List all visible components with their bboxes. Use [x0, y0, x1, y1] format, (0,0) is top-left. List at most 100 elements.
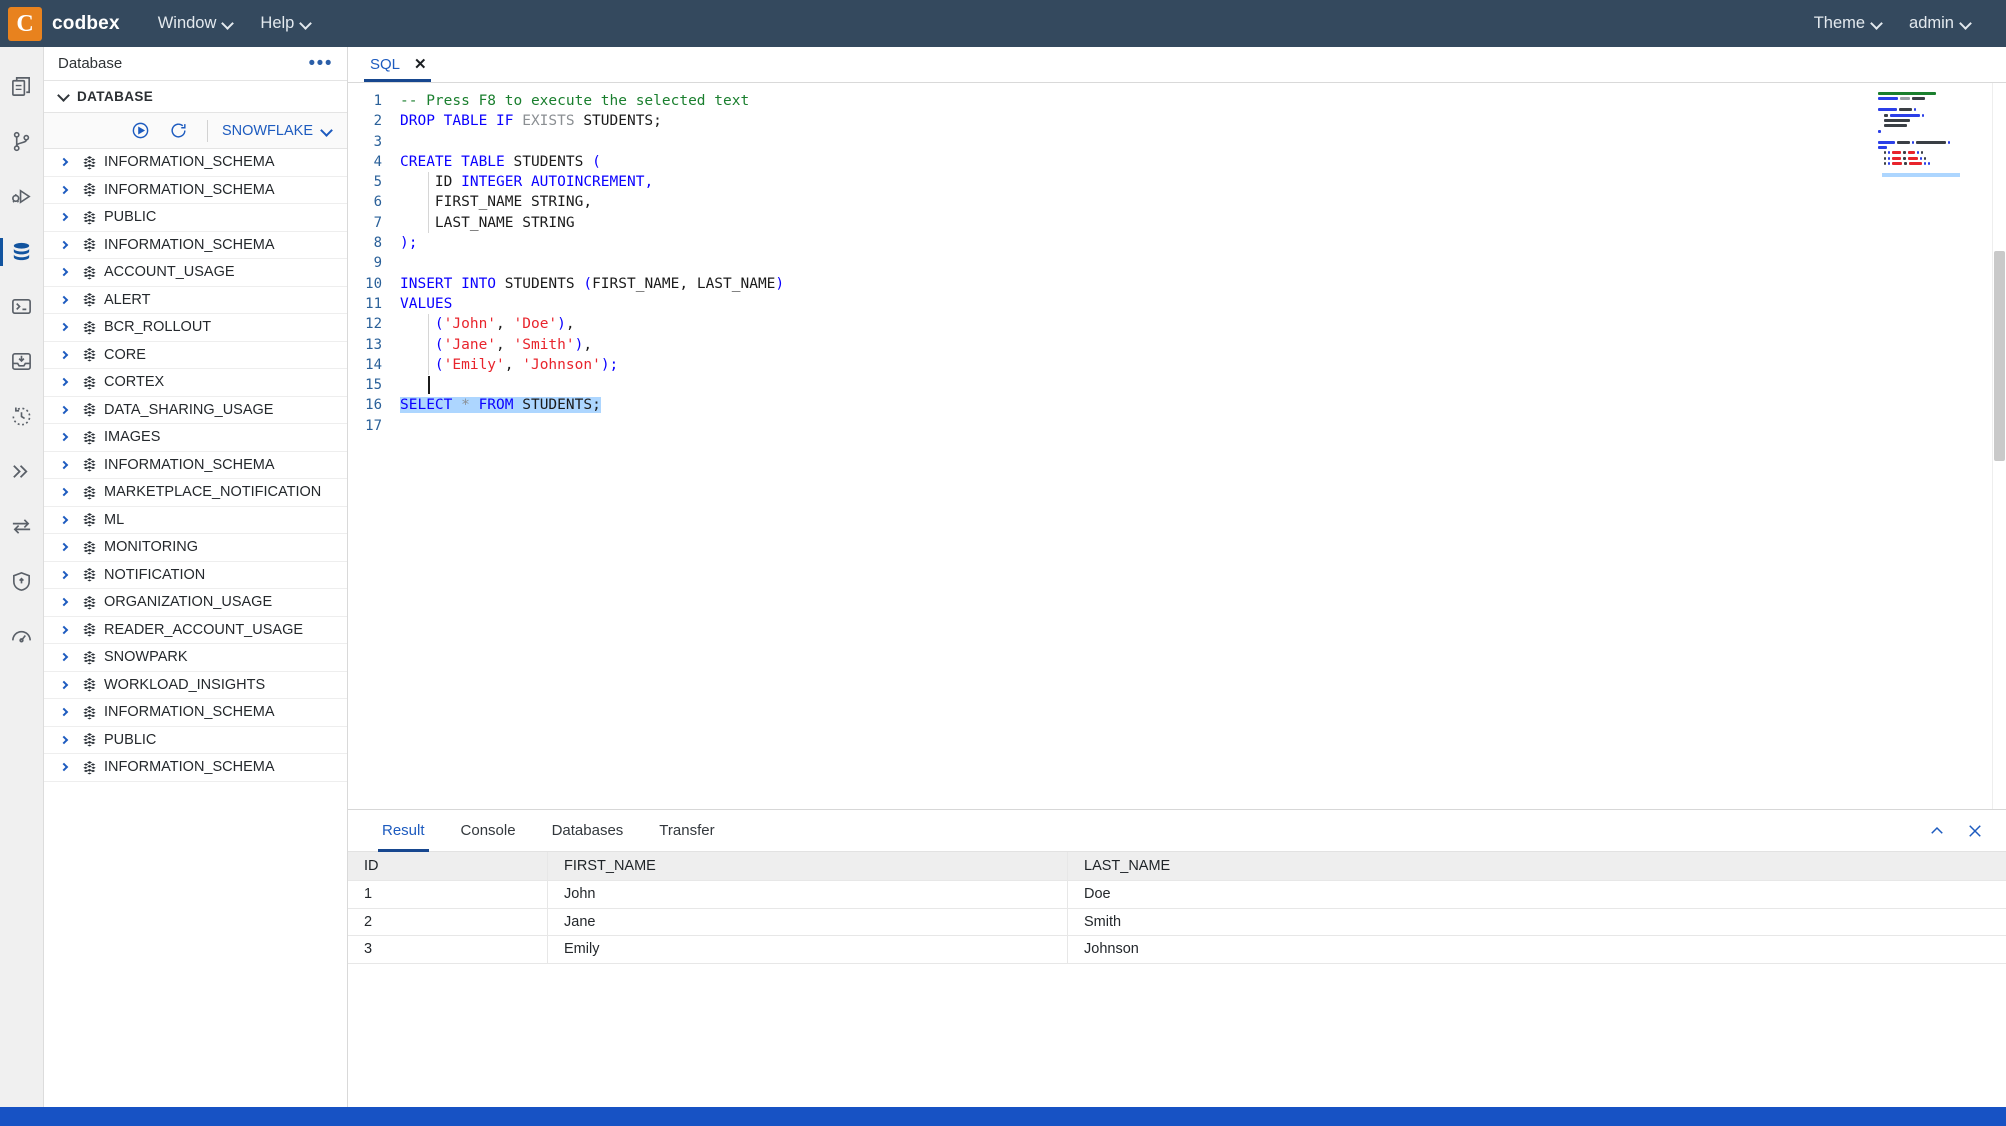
- line-code[interactable]: VALUES: [394, 294, 2006, 314]
- schema-tree-item[interactable]: NOTIFICATION: [44, 562, 347, 589]
- result-table-cell[interactable]: Jane: [548, 908, 1068, 935]
- line-code[interactable]: ('John', 'Doe'),: [394, 314, 2006, 335]
- inbox-icon[interactable]: [0, 334, 44, 389]
- chevron-right-icon[interactable]: [54, 708, 74, 717]
- results-tab-transfer[interactable]: Transfer: [641, 810, 732, 852]
- schema-tree-item[interactable]: INFORMATION_SCHEMA: [44, 699, 347, 727]
- result-table-cell[interactable]: John: [548, 881, 1068, 908]
- result-table-cell[interactable]: Johnson: [1068, 936, 2006, 963]
- schema-tree-item[interactable]: CORE: [44, 342, 347, 369]
- schema-tree-item[interactable]: DATA_SHARING_USAGE: [44, 397, 347, 424]
- close-icon[interactable]: ✕: [414, 57, 427, 72]
- explorer-more-options-icon[interactable]: •••: [309, 54, 333, 73]
- refresh-icon[interactable]: [165, 118, 193, 144]
- play-circle-icon[interactable]: [127, 118, 155, 144]
- result-table-cell[interactable]: Emily: [548, 936, 1068, 963]
- chevron-right-icon[interactable]: [54, 433, 74, 442]
- result-table-cell[interactable]: Doe: [1068, 881, 2006, 908]
- line-code[interactable]: [394, 132, 2006, 152]
- line-code[interactable]: [394, 253, 2006, 273]
- line-code[interactable]: SELECT * FROM STUDENTS;: [394, 395, 2006, 415]
- gauge-icon[interactable]: [0, 609, 44, 664]
- schema-tree-item[interactable]: MONITORING: [44, 534, 347, 562]
- chevron-right-icon[interactable]: [54, 213, 74, 222]
- results-tab-result[interactable]: Result: [364, 810, 443, 852]
- theme-selector[interactable]: Theme: [1804, 10, 1893, 37]
- line-code[interactable]: INSERT INTO STUDENTS (FIRST_NAME, LAST_N…: [394, 274, 2006, 294]
- chevron-right-icon[interactable]: [54, 323, 74, 332]
- schema-tree-item[interactable]: INFORMATION_SCHEMA: [44, 232, 347, 259]
- chevron-right-icon[interactable]: [54, 350, 74, 359]
- history-icon[interactable]: [0, 389, 44, 444]
- user-menu[interactable]: admin: [1899, 10, 1982, 37]
- menu-window[interactable]: Window: [148, 10, 245, 37]
- schema-tree-item[interactable]: ML: [44, 507, 347, 534]
- schema-tree-item[interactable]: ORGANIZATION_USAGE: [44, 589, 347, 617]
- close-panel-icon[interactable]: [1966, 822, 1984, 840]
- chevron-right-icon[interactable]: [54, 570, 74, 579]
- line-code[interactable]: DROP TABLE IF EXISTS STUDENTS;: [394, 111, 2006, 131]
- database-icon[interactable]: [0, 224, 44, 279]
- files-icon[interactable]: [0, 59, 44, 114]
- results-tab-console[interactable]: Console: [443, 810, 534, 852]
- chevron-right-icon[interactable]: [54, 763, 74, 772]
- schema-tree-item[interactable]: READER_ACCOUNT_USAGE: [44, 617, 347, 644]
- line-code[interactable]: ID INTEGER AUTOINCREMENT,: [394, 172, 2006, 193]
- chevron-right-icon[interactable]: [54, 268, 74, 277]
- result-table-cell[interactable]: 1: [348, 881, 548, 908]
- result-column-header[interactable]: LAST_NAME: [1068, 852, 2006, 880]
- chevron-right-icon[interactable]: [54, 158, 74, 167]
- chevron-right-icon[interactable]: [54, 405, 74, 414]
- schema-tree-item[interactable]: INFORMATION_SCHEMA: [44, 149, 347, 177]
- schema-tree-item[interactable]: INFORMATION_SCHEMA: [44, 754, 347, 782]
- transfer-icon[interactable]: [0, 499, 44, 554]
- result-table-cell[interactable]: 2: [348, 908, 548, 935]
- chevron-right-icon[interactable]: [54, 598, 74, 607]
- debug-run-icon[interactable]: [0, 169, 44, 224]
- chevron-right-icon[interactable]: [54, 240, 74, 249]
- line-code[interactable]: FIRST_NAME STRING,: [394, 192, 2006, 213]
- git-branch-icon[interactable]: [0, 114, 44, 169]
- schema-tree-item[interactable]: CORTEX: [44, 369, 347, 397]
- editor-minimap[interactable]: [1874, 83, 1992, 809]
- result-column-header[interactable]: ID: [348, 852, 548, 880]
- chevron-right-icon[interactable]: [54, 515, 74, 524]
- sql-editor-content[interactable]: 1 -- Press F8 to execute the selected tex…: [348, 83, 2006, 809]
- editor-scrollbar[interactable]: [1992, 83, 2006, 809]
- chevron-right-icon[interactable]: [54, 653, 74, 662]
- schema-tree-item[interactable]: MARKETPLACE_NOTIFICATION: [44, 479, 347, 507]
- database-section-header[interactable]: DATABASE: [44, 81, 347, 113]
- datasource-select[interactable]: SNOWFLAKE: [222, 123, 337, 139]
- chevron-right-icon[interactable]: [54, 295, 74, 304]
- schema-tree-item[interactable]: PUBLIC: [44, 204, 347, 232]
- editor-scrollbar-thumb[interactable]: [1994, 251, 2005, 461]
- line-code[interactable]: ('Jane', 'Smith'),: [394, 334, 2006, 355]
- chevron-right-icon[interactable]: [54, 680, 74, 689]
- result-table-cell[interactable]: 3: [348, 936, 548, 963]
- line-code[interactable]: [394, 375, 2006, 395]
- chevron-right-icon[interactable]: [54, 185, 74, 194]
- chevron-right-icon[interactable]: [54, 460, 74, 469]
- chevron-right-icon[interactable]: [54, 735, 74, 744]
- line-code[interactable]: ('Emily', 'Johnson');: [394, 354, 2006, 376]
- terminal-icon[interactable]: [0, 279, 44, 334]
- line-code[interactable]: LAST_NAME STRING: [394, 212, 2006, 234]
- result-column-header[interactable]: FIRST_NAME: [548, 852, 1068, 880]
- chevrons-right-icon[interactable]: [0, 444, 44, 499]
- schema-tree-item[interactable]: ALERT: [44, 287, 347, 314]
- result-table-row[interactable]: 3 Emily Johnson: [348, 936, 2006, 964]
- chevron-right-icon[interactable]: [54, 488, 74, 497]
- schema-tree-item[interactable]: PUBLIC: [44, 727, 347, 754]
- result-table-cell[interactable]: Smith: [1068, 909, 2006, 936]
- menu-help[interactable]: Help: [250, 10, 322, 37]
- schema-tree-item[interactable]: INFORMATION_SCHEMA: [44, 177, 347, 204]
- chevron-right-icon[interactable]: [54, 625, 74, 634]
- line-code[interactable]: );: [394, 233, 2006, 253]
- schema-tree-item[interactable]: INFORMATION_SCHEMA: [44, 452, 347, 479]
- schema-tree-item[interactable]: SNOWPARK: [44, 644, 347, 672]
- chevron-right-icon[interactable]: [54, 378, 74, 387]
- chevron-right-icon[interactable]: [54, 543, 74, 552]
- results-tab-databases[interactable]: Databases: [534, 810, 642, 852]
- tab-sql[interactable]: SQL ✕: [348, 46, 443, 82]
- shield-icon[interactable]: [0, 554, 44, 609]
